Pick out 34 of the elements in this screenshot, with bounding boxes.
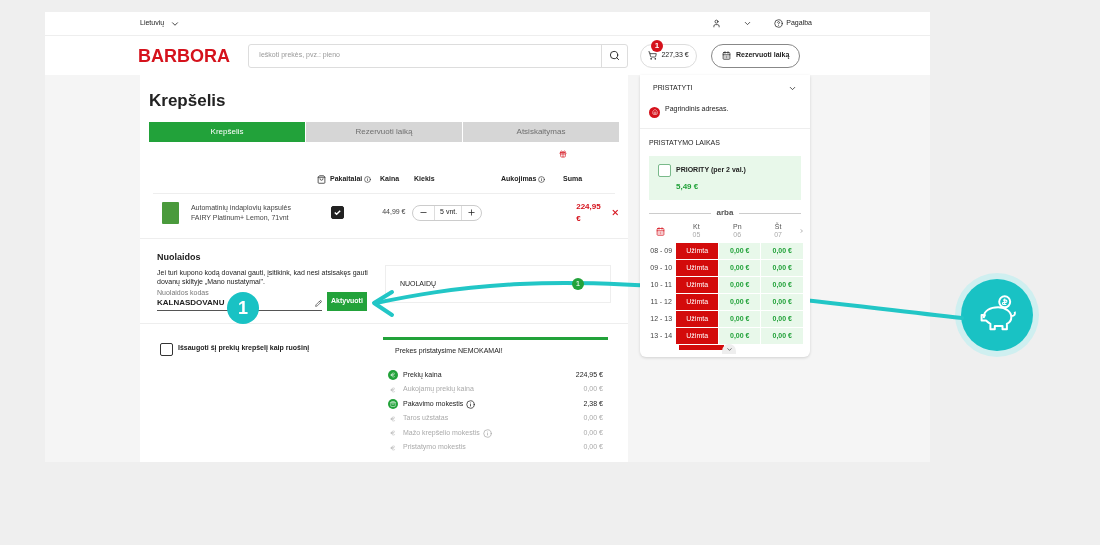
- checkout-step[interactable]: Krepšelis: [149, 121, 305, 142]
- user-icon[interactable]: [712, 19, 722, 28]
- bag-icon: [317, 175, 326, 184]
- cart-icon: [648, 51, 658, 60]
- chevron-down-icon: [725, 345, 733, 353]
- cart-count-badge: 1: [651, 39, 663, 52]
- pencil-icon: [315, 299, 322, 307]
- calendar-icon[interactable]: [656, 226, 666, 236]
- info-icon: [364, 176, 372, 183]
- search-icon[interactable]: [609, 50, 620, 61]
- help-icon: [774, 19, 784, 28]
- chevron-down-icon[interactable]: [743, 19, 753, 28]
- checkout-step[interactable]: Rezervuoti laiką: [305, 121, 462, 142]
- gift-icon[interactable]: [559, 149, 567, 158]
- coupon-count-badge: 1: [572, 277, 584, 290]
- info-icon[interactable]: [466, 399, 476, 409]
- priority-price: 5,49 €: [676, 180, 700, 193]
- separator-text: arba: [716, 207, 734, 219]
- logo[interactable]: BARBORA: [138, 44, 232, 67]
- product-thumbnail[interactable]: [162, 201, 179, 224]
- checkout-step[interactable]: Atsiskaitymas: [462, 121, 619, 142]
- checkbox[interactable]: [160, 343, 173, 356]
- line-total: 224,95 €: [576, 200, 602, 225]
- plus-icon[interactable]: [467, 208, 477, 217]
- section-title: Nuolaidos: [157, 250, 202, 264]
- checkbox[interactable]: [331, 206, 345, 219]
- calendar-icon: [722, 51, 731, 60]
- page-title: Krepšelis: [149, 90, 227, 112]
- scroll-down-button[interactable]: [722, 344, 736, 354]
- remove-icon[interactable]: [610, 208, 619, 217]
- checkbox[interactable]: [658, 163, 671, 177]
- check-icon: [333, 208, 343, 217]
- home-icon: [649, 106, 660, 118]
- info-icon: [538, 176, 546, 183]
